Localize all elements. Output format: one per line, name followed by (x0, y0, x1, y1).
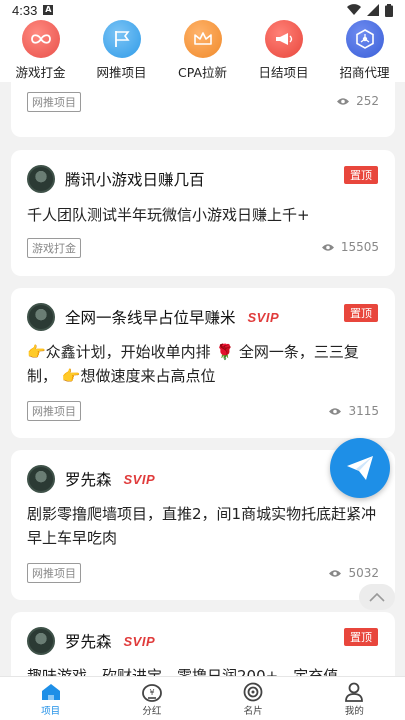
project-card[interactable]: 腾讯小游戏日赚几百 置顶 千人团队测试半年玩微信小游戏日赚上千+ 游戏打金 15… (11, 150, 395, 276)
publish-fab[interactable] (330, 438, 390, 498)
target-icon (243, 682, 263, 702)
category-daily[interactable]: 日结项目 (248, 20, 320, 81)
category-tag: 网推项目 (27, 401, 81, 421)
card-title: 腾讯小游戏日赚几百 (65, 171, 205, 189)
infinity-icon (21, 20, 60, 58)
pinned-badge: 置顶 (344, 628, 378, 646)
card-title: 全网一条线早占位早赚米 (65, 309, 236, 327)
crown-icon (183, 20, 222, 58)
network-icon (345, 20, 384, 58)
tab-card[interactable]: 名片 (203, 677, 304, 720)
card-content: 千人团队测试半年玩微信小游戏日赚上千+ (27, 206, 310, 224)
card-title: 罗先森 (65, 471, 112, 489)
avatar[interactable] (27, 303, 55, 331)
view-count: 15505 (321, 240, 379, 254)
project-feed[interactable]: 网推项目 252 腾讯小游戏日赚几百 置顶 千人团队测试半年玩微信小游戏日赚上千… (0, 82, 405, 676)
card-content: 趣味游戏，砍财进宝，零撸日润200+，定充值 (27, 667, 339, 676)
category-game-gold[interactable]: 游戏打金 (5, 20, 77, 81)
category-web-promo[interactable]: 网推项目 (86, 20, 158, 81)
category-label: 网推项目 (96, 65, 147, 80)
tab-mine[interactable]: 我的 (304, 677, 405, 720)
coin-bag-icon: ¥ (141, 684, 162, 702)
avatar[interactable] (27, 627, 55, 655)
tab-dividends[interactable]: ¥ 分红 (101, 677, 202, 720)
project-card[interactable]: 全网一条线早占位早赚米 SVIP 置顶 👉众鑫计划，开始收单内排 🌹 全网一条，… (11, 288, 395, 438)
card-header: 全网一条线早占位早赚米 SVIP (27, 303, 279, 331)
eye-icon (329, 569, 342, 577)
avatar[interactable] (27, 465, 55, 493)
eye-icon (329, 407, 342, 415)
tab-label: 项目 (41, 706, 61, 717)
category-label: 招商代理 (339, 65, 390, 80)
view-count-value: 3115 (348, 404, 379, 418)
home-icon (41, 684, 60, 700)
megaphone-icon (264, 20, 303, 58)
pinned-badge: 置顶 (344, 166, 378, 184)
battery-icon (385, 3, 393, 17)
category-tag: 游戏打金 (27, 238, 81, 258)
flag-icon (102, 20, 141, 58)
category-label: 日结项目 (258, 65, 309, 80)
pinned-badge: 置顶 (344, 304, 378, 322)
status-icons (347, 3, 393, 17)
view-count-value: 252 (356, 94, 379, 108)
view-count: 5032 (328, 566, 379, 580)
card-content: 剧影零撸爬墙项目，直推2，间1商城实物托底赶紧冲早上车早吃肉 (27, 505, 377, 547)
project-card[interactable]: 罗先森 SVIP 置顶 趣味游戏，砍财进宝，零撸日润200+，定充值 (11, 612, 395, 676)
paper-plane-icon (347, 456, 373, 480)
bottom-tab-bar: 项目 ¥ 分红 名片 我的 (0, 676, 405, 720)
svg-text:¥: ¥ (149, 688, 154, 697)
tab-label: 我的 (344, 706, 364, 717)
tab-label: 名片 (243, 706, 263, 717)
card-content: 👉众鑫计划，开始收单内排 🌹 全网一条，三三复制， 👉想做速度来占高点位 (27, 343, 359, 385)
category-tag: 网推项目 (27, 92, 81, 112)
view-count-value: 5032 (348, 566, 379, 580)
card-header: 罗先森 SVIP (27, 627, 155, 655)
eye-icon (337, 97, 350, 105)
signal-icon (367, 4, 379, 16)
tab-label: 分红 (142, 706, 162, 717)
card-title: 罗先森 (65, 633, 112, 651)
category-agency[interactable]: 招商代理 (329, 20, 401, 81)
view-count: 3115 (328, 404, 379, 418)
chevron-up-icon (369, 592, 385, 602)
svip-badge: SVIP (123, 633, 156, 649)
card-header: 腾讯小游戏日赚几百 (27, 165, 205, 193)
category-tag: 网推项目 (27, 563, 81, 583)
category-cpa[interactable]: CPA拉新 (167, 20, 239, 81)
user-icon (345, 682, 364, 702)
project-card[interactable]: 网推项目 252 (11, 82, 395, 137)
eye-icon (321, 243, 334, 251)
category-label: CPA拉新 (177, 65, 228, 80)
svip-badge: SVIP (123, 471, 156, 487)
view-count-value: 15505 (340, 240, 379, 254)
avatar[interactable] (27, 165, 55, 193)
status-time: 4:33 (12, 2, 38, 18)
category-label: 游戏打金 (15, 65, 66, 80)
card-header: 罗先森 SVIP (27, 465, 155, 493)
tab-projects[interactable]: 项目 (0, 677, 101, 720)
svip-badge: SVIP (247, 309, 280, 325)
notification-a-icon: A (43, 5, 54, 15)
scroll-top-button[interactable] (359, 584, 395, 610)
wifi-icon (347, 4, 361, 16)
status-bar: 4:33 A (0, 0, 405, 20)
view-count: 252 (336, 94, 379, 108)
category-bar: 游戏打金 网推项目 CPA拉新 日结项目 招商代理 (0, 20, 405, 82)
